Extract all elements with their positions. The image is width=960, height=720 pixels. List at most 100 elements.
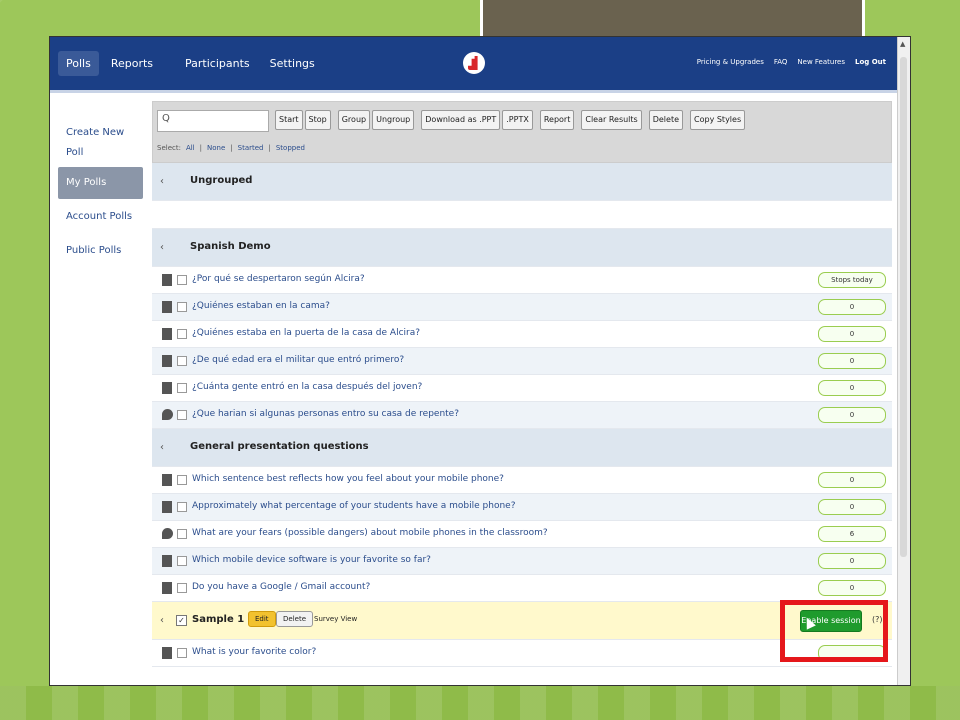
poll-row[interactable]: ¿Cuánta gente entró en la casa después d… xyxy=(152,375,892,402)
poll-question[interactable]: Approximately what percentage of your st… xyxy=(192,501,515,511)
search-input[interactable]: Q xyxy=(157,110,269,132)
nav-link-new-features[interactable]: New Features xyxy=(797,58,845,66)
empty-group-row xyxy=(152,201,892,229)
poll-row[interactable]: ¿De qué edad era el militar que entró pr… xyxy=(152,348,892,375)
download-pptx-button[interactable]: .PPTX xyxy=(502,110,533,130)
poll-checkbox[interactable] xyxy=(177,383,187,393)
select-started-link[interactable]: Started xyxy=(238,144,264,152)
poll-question[interactable]: ¿Que harian si algunas personas entro su… xyxy=(192,409,459,419)
multiple-choice-icon xyxy=(162,647,172,659)
nav-tab-polls[interactable]: Polls xyxy=(58,51,99,76)
poll-checkbox[interactable] xyxy=(177,410,187,420)
poll-question[interactable]: ¿Quiénes estaba en la puerta de la casa … xyxy=(192,328,420,338)
scrollbar-thumb[interactable] xyxy=(900,57,907,557)
sidebar-item-my-polls[interactable]: My Polls xyxy=(58,167,143,199)
poll-question[interactable]: Which mobile device software is your fav… xyxy=(192,555,431,565)
poll-question[interactable]: ¿Cuánta gente entró en la casa después d… xyxy=(192,382,422,392)
open-ended-icon xyxy=(162,409,173,420)
poll-question[interactable]: ¿De qué edad era el militar que entró pr… xyxy=(192,355,404,365)
poll-list-panel: Q Start Stop Group Ungroup Download as .… xyxy=(152,101,892,667)
poll-checkbox[interactable] xyxy=(177,275,187,285)
download-ppt-button[interactable]: Download as .PPT xyxy=(421,110,501,130)
poll-status: 0 xyxy=(818,380,886,396)
slide-bottom-band xyxy=(0,686,960,720)
poll-checkbox[interactable] xyxy=(177,356,187,366)
poll-checkbox[interactable] xyxy=(177,583,187,593)
red-highlight-box xyxy=(780,600,888,662)
group-checkbox[interactable]: ✓ xyxy=(176,615,187,626)
edit-button[interactable]: Edit xyxy=(248,611,276,627)
poll-question[interactable]: Which sentence best reflects how you fee… xyxy=(192,474,504,484)
multiple-choice-icon xyxy=(162,274,172,286)
poll-status: 0 xyxy=(818,553,886,569)
poll-checkbox[interactable] xyxy=(177,329,187,339)
group-header-spanish-demo[interactable]: ‹ Spanish Demo xyxy=(152,229,892,267)
ungroup-button[interactable]: Ungroup xyxy=(372,110,415,130)
sidebar-item-public-polls[interactable]: Public Polls xyxy=(58,235,143,267)
polleverywhere-logo-icon[interactable] xyxy=(463,52,485,74)
poll-status: 0 xyxy=(818,299,886,315)
select-stopped-link[interactable]: Stopped xyxy=(276,144,305,152)
poll-row[interactable]: Do you have a Google / Gmail account? 0 xyxy=(152,575,892,602)
poll-checkbox[interactable] xyxy=(177,648,187,658)
group-title: Ungrouped xyxy=(190,175,253,186)
nav-tab-settings[interactable]: Settings xyxy=(262,51,323,76)
nav-link-logout[interactable]: Log Out xyxy=(855,58,886,66)
poll-question[interactable]: What is your favorite color? xyxy=(192,647,316,657)
collapse-icon[interactable]: ‹ xyxy=(160,242,164,253)
survey-view-link[interactable]: Survey View xyxy=(314,615,357,623)
scroll-up-icon[interactable]: ▲ xyxy=(900,40,905,48)
multiple-choice-icon xyxy=(162,355,172,367)
poll-checkbox[interactable] xyxy=(177,475,187,485)
nav-link-faq[interactable]: FAQ xyxy=(774,58,788,66)
group-header-ungrouped[interactable]: ‹ Ungrouped xyxy=(152,163,892,201)
poll-row[interactable]: ¿Por qué se despertaron según Alcira? St… xyxy=(152,267,892,294)
poll-checkbox[interactable] xyxy=(177,556,187,566)
select-none-link[interactable]: None xyxy=(207,144,225,152)
collapse-icon[interactable]: ‹ xyxy=(160,442,164,453)
search-icon: Q xyxy=(162,113,170,124)
sidebar-item-create-new-poll[interactable]: Create New Poll xyxy=(58,117,143,158)
select-row: Select: All | None | Started | Stopped xyxy=(157,144,305,152)
poll-status: 0 xyxy=(818,472,886,488)
poll-row[interactable]: ¿Que harian si algunas personas entro su… xyxy=(152,402,892,429)
sidebar-item-account-polls[interactable]: Account Polls xyxy=(58,201,143,233)
poll-question[interactable]: ¿Por qué se despertaron según Alcira? xyxy=(192,274,365,284)
copy-styles-button[interactable]: Copy Styles xyxy=(690,110,746,130)
poll-row[interactable]: ¿Quiénes estaba en la puerta de la casa … xyxy=(152,321,892,348)
open-ended-icon xyxy=(162,528,173,539)
browser-window: Polls Reports Participants Settings Pric… xyxy=(49,36,911,686)
poll-row[interactable]: Which mobile device software is your fav… xyxy=(152,548,892,575)
delete-button[interactable]: Delete xyxy=(648,110,684,130)
start-button[interactable]: Start xyxy=(275,110,303,130)
poll-checkbox[interactable] xyxy=(177,302,187,312)
poll-question[interactable]: What are your fears (possible dangers) a… xyxy=(192,528,548,538)
poll-row[interactable]: Approximately what percentage of your st… xyxy=(152,494,892,521)
collapse-icon[interactable]: ‹ xyxy=(160,615,164,626)
poll-status: 0 xyxy=(818,499,886,515)
stop-button[interactable]: Stop xyxy=(304,110,331,130)
poll-checkbox[interactable] xyxy=(177,502,187,512)
report-button[interactable]: Report xyxy=(539,110,575,130)
nav-tab-reports[interactable]: Reports xyxy=(103,51,161,76)
poll-row[interactable]: What are your fears (possible dangers) a… xyxy=(152,521,892,548)
collapse-icon[interactable]: ‹ xyxy=(160,176,164,187)
poll-status: 0 xyxy=(818,353,886,369)
group-header-general-presentation[interactable]: ‹ General presentation questions xyxy=(152,429,892,467)
delete-group-button[interactable]: Delete xyxy=(276,611,313,627)
group-button[interactable]: Group xyxy=(337,110,371,130)
poll-status: 0 xyxy=(818,407,886,423)
poll-question[interactable]: ¿Quiénes estaban en la cama? xyxy=(192,301,330,311)
sidebar: Create New Poll My Polls Account Polls P… xyxy=(58,117,143,269)
poll-status: 6 xyxy=(818,526,886,542)
nav-tab-participants[interactable]: Participants xyxy=(177,51,258,76)
nav-link-pricing[interactable]: Pricing & Upgrades xyxy=(697,58,764,66)
poll-row[interactable]: ¿Quiénes estaban en la cama? 0 xyxy=(152,294,892,321)
clear-results-button[interactable]: Clear Results xyxy=(581,110,642,130)
poll-row[interactable]: Which sentence best reflects how you fee… xyxy=(152,467,892,494)
poll-checkbox[interactable] xyxy=(177,529,187,539)
poll-question[interactable]: Do you have a Google / Gmail account? xyxy=(192,582,370,592)
scrollbar[interactable]: ▲ xyxy=(897,37,910,685)
poll-status: Stops today xyxy=(818,272,886,288)
select-all-link[interactable]: All xyxy=(186,144,195,152)
